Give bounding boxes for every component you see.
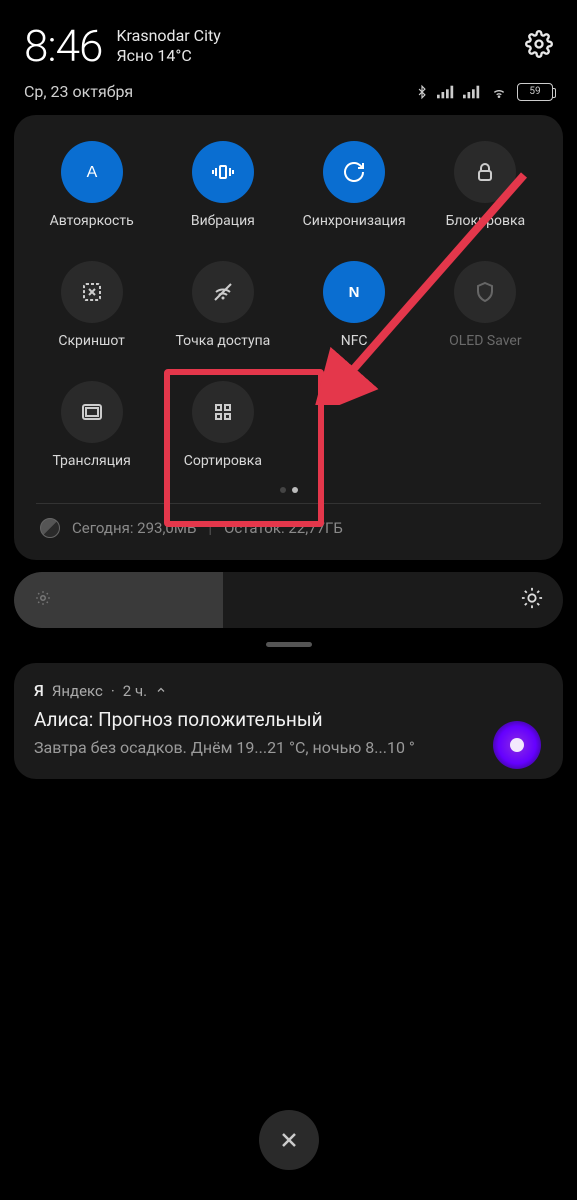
data-usage-remaining: Остаток: 22,77ГБ — [224, 519, 343, 537]
settings-gear-icon[interactable] — [525, 30, 553, 62]
qs-tile-oled-saver[interactable]: OLED Saver — [420, 255, 551, 367]
weather-summary: Ясно 14°C — [116, 46, 220, 66]
page-indicator — [26, 487, 551, 503]
qs-tile-автояркость[interactable]: A Автояркость — [26, 135, 157, 247]
qs-tile-label: Сортировка — [184, 453, 262, 469]
screenshot-icon — [61, 261, 123, 323]
alice-icon — [493, 721, 541, 769]
qs-tile-label: Блокировка — [446, 213, 526, 229]
data-usage-today: Сегодня: 293,0МБ — [72, 519, 196, 537]
qs-tile-вибрация[interactable]: Вибрация — [157, 135, 288, 247]
notification-app-letter: Я — [34, 681, 44, 700]
qs-tile-label: Трансляция — [52, 453, 130, 469]
data-usage-icon — [40, 518, 60, 538]
notification-card[interactable]: Я Яндекс · 2 ч. Алиса: Прогноз положител… — [14, 663, 563, 779]
svg-text:N: N — [349, 284, 360, 301]
qs-tile-скриншот[interactable]: Скриншот — [26, 255, 157, 367]
notification-title: Алиса: Прогноз положительный — [34, 708, 543, 731]
grid-icon — [192, 381, 254, 443]
status-date: Ср, 23 октября — [24, 82, 133, 101]
battery-indicator: 59 — [517, 83, 553, 101]
notification-app-name: Яндекс — [52, 682, 103, 700]
status-icons: 59 — [415, 83, 553, 101]
signal-icon-2 — [463, 85, 481, 99]
shield-icon — [454, 261, 516, 323]
brightness-high-icon — [521, 587, 543, 613]
signal-icon — [437, 85, 455, 99]
weather-location: Krasnodar City — [116, 26, 220, 46]
brightness-slider[interactable] — [14, 572, 563, 628]
qs-tile-label: OLED Saver — [449, 333, 521, 349]
qs-tile-label: Точка доступа — [175, 333, 270, 349]
hotspot-icon — [192, 261, 254, 323]
qs-tile-блокировка[interactable]: Блокировка — [420, 135, 551, 247]
qs-tile-nfc[interactable]: N NFC — [289, 255, 420, 367]
lock-icon — [454, 141, 516, 203]
auto-brightness-icon: A — [61, 141, 123, 203]
qs-tile-синхронизация[interactable]: Синхронизация — [289, 135, 420, 247]
data-usage-row[interactable]: Сегодня: 293,0МБ | Остаток: 22,77ГБ — [26, 504, 551, 548]
quick-settings-panel: A Автояркость Вибрация Синхронизация Блокиро… — [14, 115, 563, 560]
sync-icon — [323, 141, 385, 203]
qs-tile-точка-доступа[interactable]: Точка доступа — [157, 255, 288, 367]
notification-body: Завтра без осадков. Днём 19...21 °C, ноч… — [34, 737, 434, 759]
cast-icon — [61, 381, 123, 443]
qs-tile-сортировка[interactable]: Сортировка — [157, 375, 288, 487]
qs-tile-label: NFC — [341, 333, 368, 349]
qs-tile-label: Синхронизация — [303, 213, 406, 229]
clear-all-button[interactable] — [259, 1110, 319, 1170]
chevron-up-icon[interactable] — [155, 682, 167, 700]
qs-tile-label: Вибрация — [191, 213, 255, 229]
svg-text:A: A — [86, 164, 97, 181]
clock-time: 8:46 — [24, 20, 102, 72]
drag-handle[interactable] — [266, 642, 312, 647]
qs-tile-label: Скриншот — [58, 333, 125, 349]
close-icon — [277, 1128, 301, 1152]
notification-time: 2 ч. — [123, 682, 147, 700]
qs-tile-трансляция[interactable]: Трансляция — [26, 375, 157, 487]
qs-tile-label: Автояркость — [50, 213, 134, 229]
vibration-icon — [192, 141, 254, 203]
wifi-icon — [489, 84, 509, 100]
nfc-icon: N — [323, 261, 385, 323]
brightness-low-icon — [34, 589, 52, 611]
bluetooth-icon — [415, 83, 429, 101]
